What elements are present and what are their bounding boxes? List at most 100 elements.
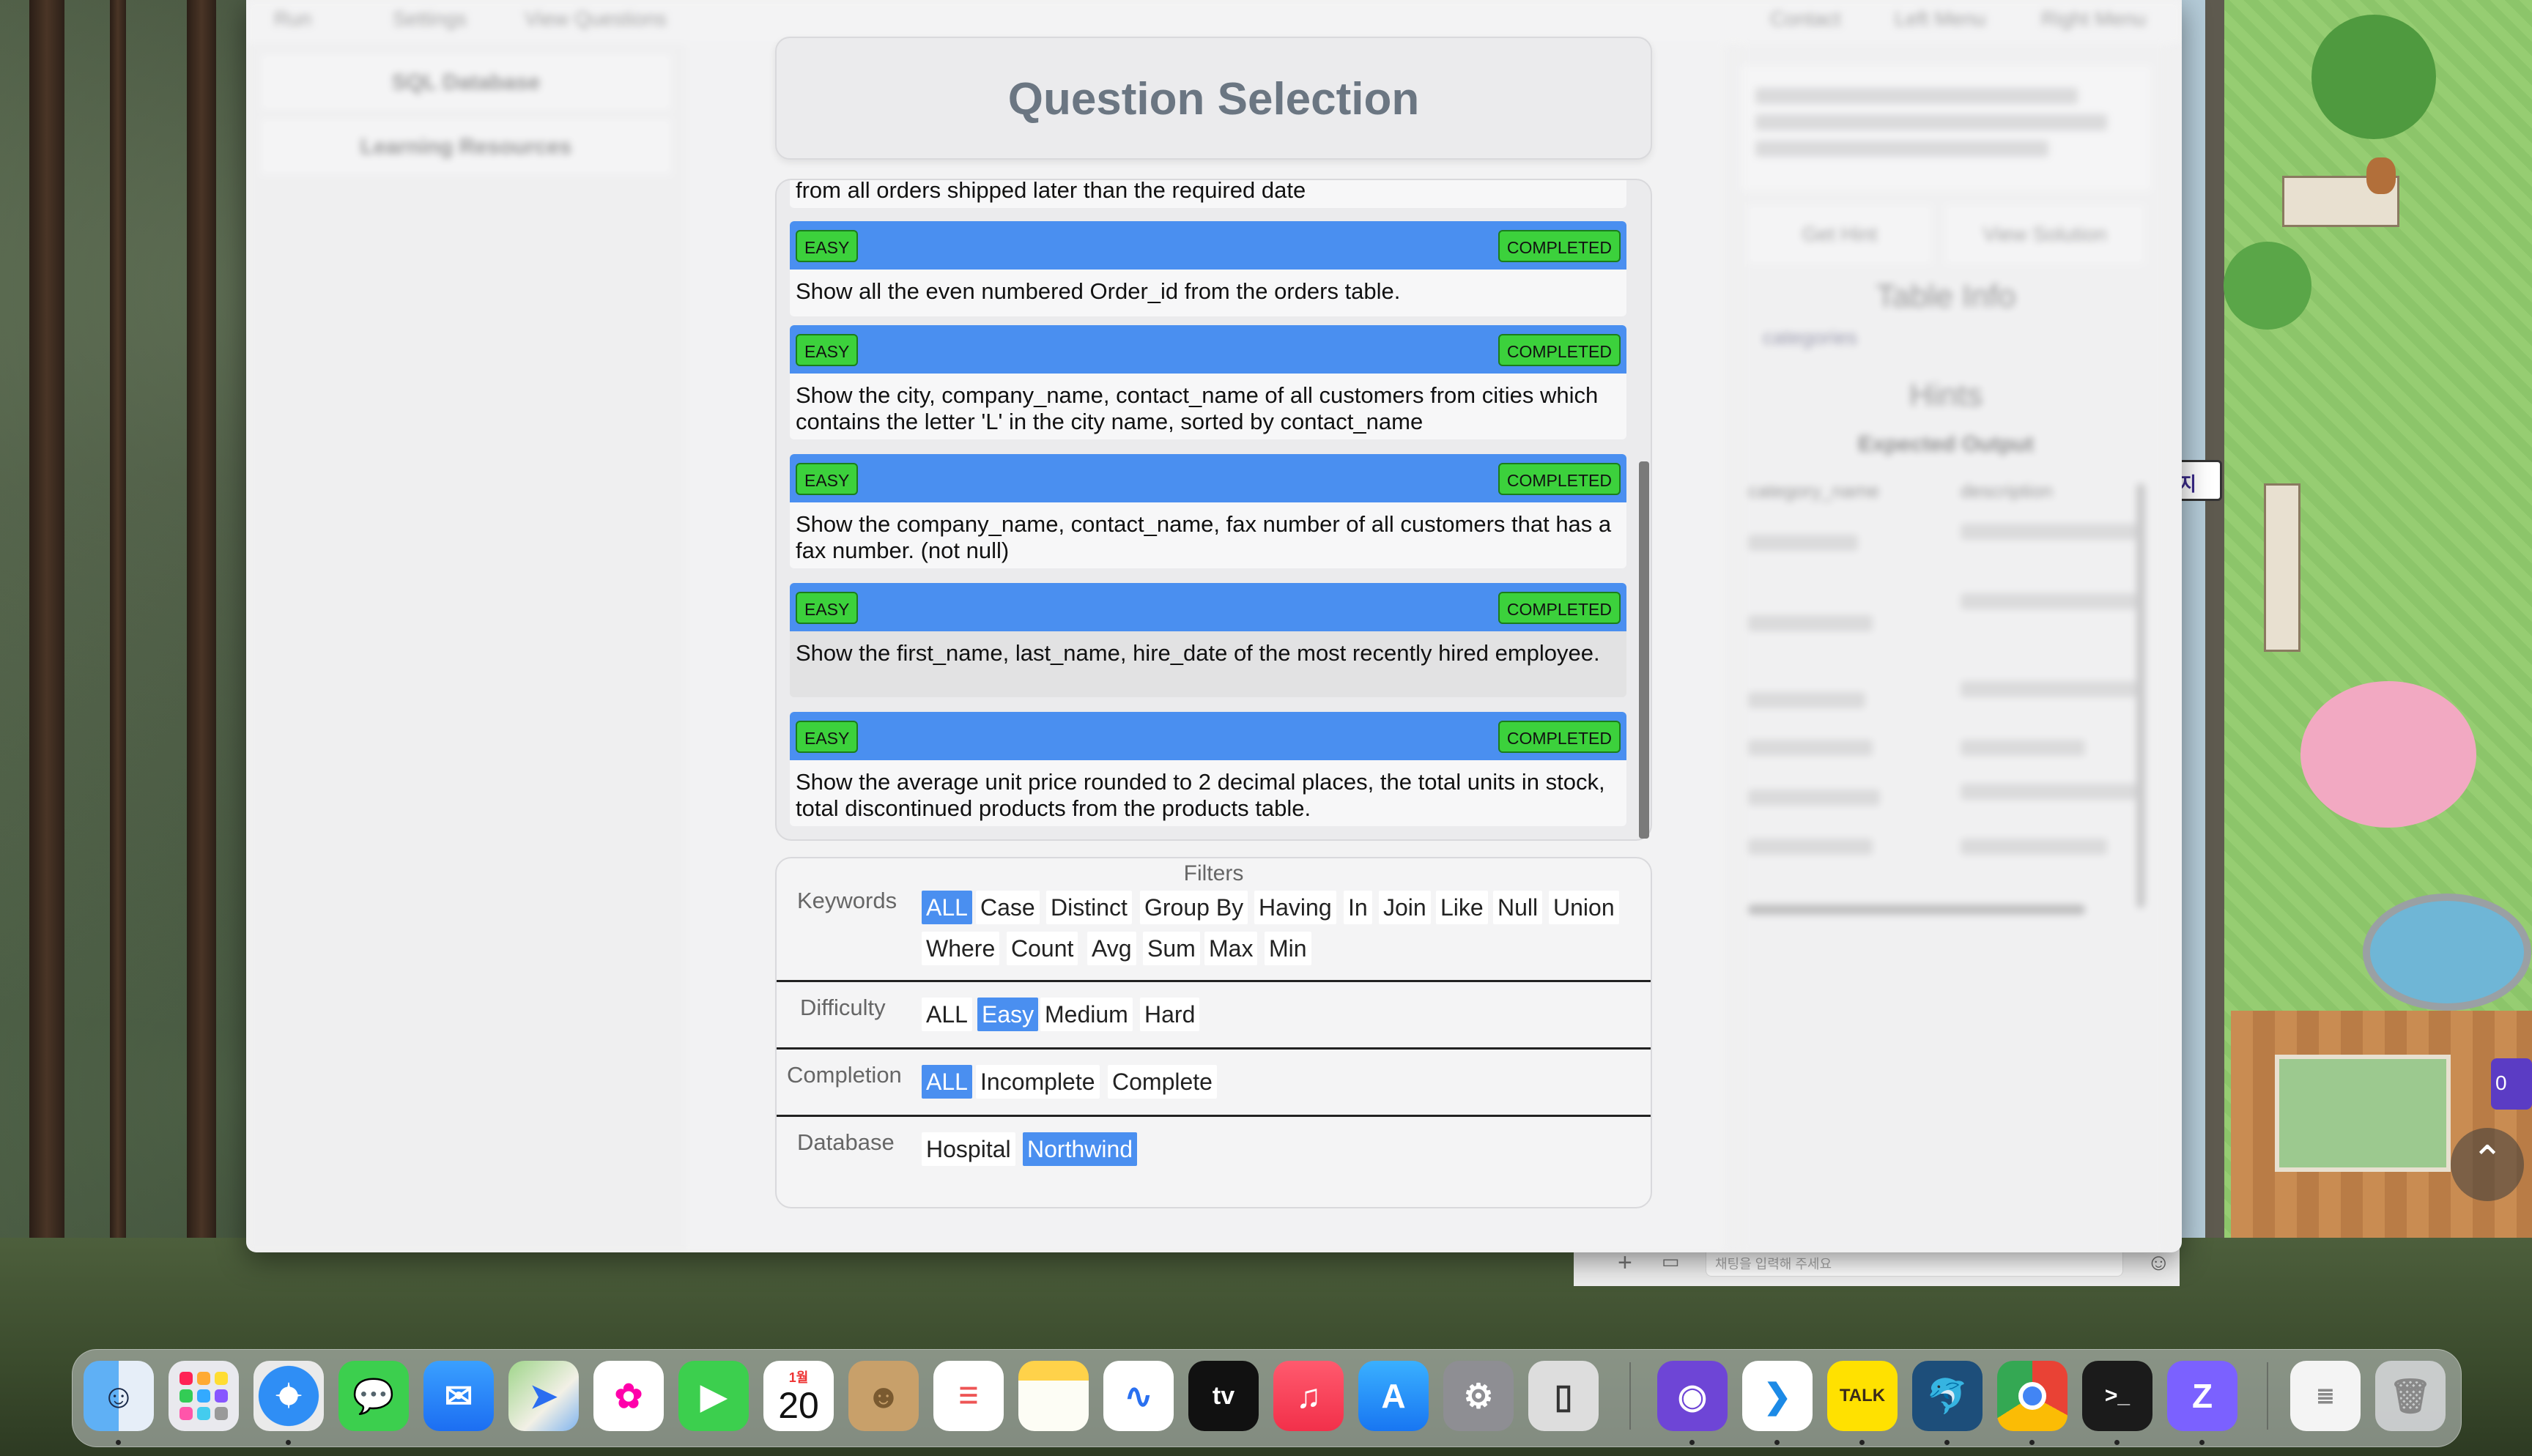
contact-button[interactable]: Contact [1770, 7, 1841, 35]
nav-sql-database[interactable]: SQL Database [261, 54, 671, 110]
completion-chip-complete[interactable]: Complete [1108, 1065, 1217, 1099]
divider [777, 1115, 1651, 1117]
get-hint-button[interactable]: Get Hint [1748, 205, 1931, 264]
launchpad-icon[interactable] [169, 1361, 239, 1431]
keyword-chip-in[interactable]: In [1344, 891, 1372, 924]
keyword-chip-all[interactable]: ALL [922, 891, 972, 924]
question-card[interactable]: EASY COMPLETED Show the city, company_na… [790, 325, 1626, 439]
difficulty-badge: EASY [796, 230, 859, 262]
question-text: Show the first_name, last_name, hire_dat… [796, 640, 1600, 666]
question-card[interactable]: EASY COMPLETED Show the company_name, co… [790, 454, 1626, 568]
keyword-chip-like[interactable]: Like [1436, 891, 1488, 924]
smile-icon[interactable]: ☺ [2147, 1249, 2171, 1276]
keyword-chip-where[interactable]: Where [922, 932, 1000, 965]
completion-chip-all[interactable]: ALL [922, 1065, 972, 1099]
calendar-icon[interactable]: 1월 20 [763, 1361, 834, 1431]
running-indicator [2114, 1440, 2120, 1445]
keyword-chip-null[interactable]: Null [1493, 891, 1543, 924]
difficulty-chip-medium[interactable]: Medium [1040, 998, 1133, 1031]
maps-icon[interactable]: ➤ [508, 1361, 579, 1431]
question-card[interactable]: from all orders shipped later than the r… [790, 180, 1626, 208]
messages-icon[interactable]: 💬 [338, 1361, 409, 1431]
database-chip-hospital[interactable]: Hospital [922, 1132, 1015, 1166]
chrome-icon[interactable] [1997, 1361, 2068, 1431]
keyword-chip-distinct[interactable]: Distinct [1046, 891, 1132, 924]
question-list[interactable]: from all orders shipped later than the r… [775, 179, 1652, 841]
keyword-chip-max[interactable]: Max [1204, 932, 1258, 965]
keyword-chip-min[interactable]: Min [1265, 932, 1311, 965]
game-sign: 지 [2180, 460, 2222, 501]
table-name[interactable]: categories [1763, 326, 1857, 349]
difficulty-badge: EASY [796, 592, 859, 624]
question-text: Show the company_name, contact_name, fax… [796, 511, 1612, 563]
game-side-tab[interactable]: 0 [2491, 1058, 2532, 1110]
difficulty-badge: EASY [796, 463, 859, 495]
facetime-icon[interactable]: ▶ [678, 1361, 749, 1431]
question-card[interactable]: EASY COMPLETED Show the average unit pri… [790, 712, 1626, 826]
difficulty-badge: EASY [796, 721, 859, 753]
mysql-workbench-icon[interactable]: 🐬 [1912, 1361, 1983, 1431]
music-icon[interactable]: ♫ [1273, 1361, 1344, 1431]
keyword-chip-union[interactable]: Union [1549, 891, 1619, 924]
apple-tv-icon[interactable]: tv [1188, 1361, 1259, 1431]
question-card[interactable]: EASY COMPLETED Show all the even numbere… [790, 221, 1626, 316]
status-badge: COMPLETED [1498, 334, 1621, 366]
difficulty-chip-hard[interactable]: Hard [1140, 998, 1200, 1031]
keyword-chip-group-by[interactable]: Group By [1140, 891, 1248, 924]
system-settings-icon[interactable]: ⚙ [1443, 1361, 1514, 1431]
terminal-icon[interactable]: >_ [2082, 1361, 2152, 1431]
tree-trunk [110, 0, 126, 1289]
apple-tv-label: tv [1212, 1381, 1235, 1410]
divider [777, 980, 1651, 982]
contacts-icon[interactable]: ☻ [848, 1361, 919, 1431]
keyword-chip-sum[interactable]: Sum [1143, 932, 1200, 965]
app-store-icon[interactable]: A [1358, 1361, 1429, 1431]
notes-icon[interactable] [1018, 1361, 1089, 1431]
keyword-chip-having[interactable]: Having [1254, 891, 1336, 924]
chat-emoji-icon[interactable]: ▭ [1662, 1250, 1680, 1273]
vscode-icon[interactable]: ❯ [1742, 1361, 1813, 1431]
photos-icon[interactable]: ✿ [593, 1361, 664, 1431]
monkey-character[interactable] [2366, 157, 2396, 194]
view-questions-button[interactable]: View Questions [525, 7, 667, 35]
left-menu-button[interactable]: Left Menu [1895, 7, 1986, 35]
zoom-icon[interactable]: Z [2167, 1361, 2237, 1431]
run-button[interactable]: Run [274, 7, 311, 35]
keyword-chip-avg[interactable]: Avg [1087, 932, 1136, 965]
difficulty-chip-all[interactable]: ALL [922, 998, 972, 1031]
status-badge: COMPLETED [1498, 463, 1621, 495]
keyword-chip-count[interactable]: Count [1007, 932, 1078, 965]
safari-icon[interactable]: ✦ [253, 1361, 324, 1431]
game-window[interactable]: 지 ⌃ 0 [2180, 0, 2532, 1238]
question-card-selected[interactable]: EASY COMPLETED Show the first_name, last… [790, 583, 1626, 697]
reminders-icon[interactable]: ☰ [933, 1361, 1004, 1431]
plus-icon[interactable]: + [1618, 1249, 1632, 1277]
finder-icon[interactable]: ☺ [84, 1361, 154, 1431]
filters-title: Filters [1183, 861, 1244, 885]
settings-button[interactable]: Settings [393, 7, 467, 35]
trash-icon[interactable]: 🗑 [2375, 1361, 2446, 1431]
running-indicator [286, 1440, 291, 1445]
question-list-scrollbar[interactable] [1639, 461, 1649, 839]
dock-divider [2267, 1362, 2268, 1430]
iphone-mirroring-icon[interactable]: ▯ [1528, 1361, 1599, 1431]
difficulty-chip-easy[interactable]: Easy [977, 998, 1039, 1031]
horizontal-scrollbar[interactable] [1748, 905, 2085, 915]
downloads-icon[interactable]: ≣ [2290, 1361, 2361, 1431]
mail-icon[interactable]: ✉ [423, 1361, 494, 1431]
freeform-icon[interactable]: ∿ [1103, 1361, 1174, 1431]
completion-chip-incomplete[interactable]: Incomplete [976, 1065, 1100, 1099]
scroll-up-button[interactable]: ⌃ [2451, 1128, 2524, 1201]
question-band: EASY COMPLETED [790, 583, 1626, 631]
keyword-chip-join[interactable]: Join [1379, 891, 1431, 924]
view-solution-button[interactable]: View Solution [1946, 205, 2144, 264]
keyword-chip-case[interactable]: Case [976, 891, 1040, 924]
nav-learning-resources[interactable]: Learning Resources [261, 119, 671, 174]
kakaotalk-icon[interactable]: TALK [1827, 1361, 1898, 1431]
vertical-scrollbar[interactable] [2136, 483, 2145, 908]
github-desktop-icon[interactable]: ◉ [1657, 1361, 1728, 1431]
keywords-label: Keywords [797, 888, 897, 913]
right-menu-button[interactable]: Right Menu [2041, 7, 2146, 35]
database-chip-northwind[interactable]: Northwind [1023, 1132, 1138, 1166]
game-tree [2311, 15, 2436, 139]
